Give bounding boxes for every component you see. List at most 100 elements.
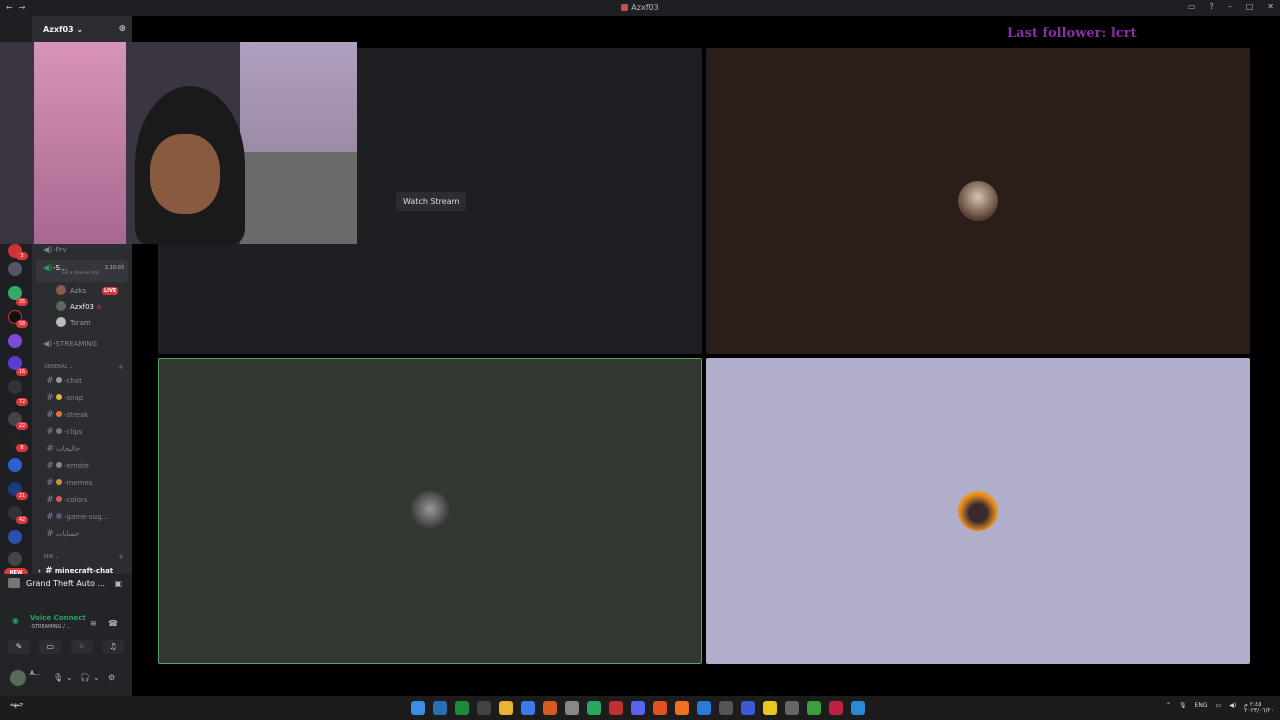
camera-icon[interactable]: ✎ [8, 640, 30, 654]
app-icon[interactable] [741, 701, 755, 715]
disconnect-icon[interactable]: ☎ [108, 619, 118, 628]
soundboard-icon[interactable]: ♫ [101, 640, 124, 654]
chevron-down-icon[interactable]: ⌄ [93, 673, 100, 682]
channel-label: حسابات [56, 530, 80, 538]
clock[interactable]: ٢:٤٥ م ٢٠٢٣/٠٦/٢٠ [1244, 702, 1274, 714]
inbox-icon[interactable]: ▭ [1188, 2, 1196, 11]
game-icon [8, 578, 20, 588]
app-icon[interactable] [719, 701, 733, 715]
notes-icon[interactable] [763, 701, 777, 715]
voice-member[interactable]: Azxf03 A [56, 300, 128, 314]
app-icon[interactable] [785, 701, 799, 715]
minimize-button[interactable]: – [1228, 2, 1232, 11]
category-general[interactable]: GENERAL ⌄ + [44, 363, 124, 371]
weather-widget[interactable]: جبهه [10, 700, 23, 708]
hash-icon: # [46, 376, 54, 386]
server-icon[interactable] [8, 380, 22, 394]
text-channel[interactable]: # حسابات [36, 527, 128, 542]
text-channel[interactable]: # -emote [36, 459, 128, 474]
user-tile[interactable] [706, 48, 1250, 354]
user-tile[interactable] [706, 358, 1250, 664]
voice-timer: 1:10:03 [104, 265, 124, 271]
start-icon[interactable] [411, 701, 425, 715]
category-min[interactable]: Min ⌄ + [44, 553, 124, 561]
text-channel[interactable]: # -snap [36, 391, 128, 406]
guild-header[interactable]: Azxf03 ⌄ ⊕ [32, 16, 132, 42]
game-activity[interactable]: Grand Theft Auto ... [8, 578, 105, 588]
server-icon[interactable] [8, 552, 22, 566]
voice-member[interactable]: Azks LIVE [56, 284, 128, 298]
taskview-icon[interactable] [433, 701, 447, 715]
chevron-down-icon[interactable]: ⌄ [66, 673, 73, 682]
network-icon[interactable]: ▭ [1216, 702, 1222, 714]
watch-stream-button[interactable]: Watch Stream [396, 192, 467, 211]
activity-icon[interactable]: ▣ [114, 579, 122, 588]
brave-icon[interactable] [653, 701, 667, 715]
user-tile-speaking[interactable] [158, 358, 702, 664]
last-follower-overlay: Last follower: lcrt [1007, 26, 1137, 41]
text-channel[interactable]: # خاليجات [36, 442, 128, 457]
xbox-icon[interactable] [455, 701, 469, 715]
webcam-overlay [0, 42, 357, 244]
voice-channel-prv[interactable]: ◀)-Prv [36, 242, 128, 258]
system-tray: ⌃ 🎙 ENG ▭ ◀) ٢:٤٥ م ٢٠٢٣/٠٦/٢٠ [1166, 702, 1274, 714]
add-user-icon[interactable]: ⊕ [118, 24, 126, 34]
text-channel[interactable]: # -game-sug... [36, 510, 128, 525]
gear-icon[interactable]: ⚙ [108, 673, 115, 682]
app-icon[interactable] [851, 701, 865, 715]
mention-badge: 35 [16, 298, 28, 306]
noise-suppression-icon[interactable]: ≋ [90, 619, 97, 628]
user-name[interactable]: A... [30, 670, 40, 677]
add-channel-icon[interactable]: + [118, 553, 124, 561]
server-icon[interactable] [8, 262, 22, 276]
channel-label: -memes [64, 479, 93, 487]
mention-badge: 8 [16, 444, 28, 452]
hash-icon: # [46, 478, 54, 488]
firefox-icon[interactable] [543, 701, 557, 715]
discord-icon[interactable] [631, 701, 645, 715]
minecraft-icon[interactable] [587, 701, 601, 715]
user-panel: A... 🎙 ⌄ 🎧 ⌄ ⚙ [0, 662, 132, 696]
app-icon[interactable] [807, 701, 821, 715]
mic-tray-icon[interactable]: 🎙 [1179, 702, 1187, 714]
server-icon[interactable] [8, 530, 22, 544]
app-icon[interactable] [565, 701, 579, 715]
server-icon[interactable] [8, 458, 22, 472]
app-icon[interactable] [829, 701, 843, 715]
maximize-button[interactable]: □ [1246, 2, 1254, 11]
voice-member[interactable]: Tsram [56, 316, 128, 330]
channel-label: -streak [64, 411, 89, 419]
voice-channel-path[interactable]: -STREAMING / ... [30, 624, 71, 630]
text-channel[interactable]: # -memes [36, 476, 128, 491]
screen-share-icon[interactable]: ▭ [39, 640, 62, 654]
folder-icon[interactable] [499, 701, 513, 715]
channel-emoji-icon [56, 411, 62, 417]
server-icon[interactable] [8, 334, 22, 348]
add-channel-icon[interactable]: + [118, 363, 124, 371]
browser-icon[interactable] [521, 701, 535, 715]
volume-icon[interactable]: ◀) [1229, 702, 1236, 714]
text-channel[interactable]: # -colors [36, 493, 128, 508]
text-channel[interactable]: # -clips [36, 425, 128, 440]
language-indicator[interactable]: ENG [1195, 702, 1208, 714]
help-icon[interactable]: ? [1209, 2, 1213, 11]
voice-channel-active[interactable]: ◀)-S... 1:10:03 Set a channel stat... [36, 260, 128, 282]
app-icon[interactable] [477, 701, 491, 715]
signal-icon[interactable]: ◉ [12, 616, 19, 625]
chevron-up-icon[interactable]: ⌃ [1166, 702, 1171, 714]
microphone-icon[interactable]: 🎙 [53, 673, 63, 682]
guild-name[interactable]: Azxf03 ⌄ [43, 25, 83, 34]
channel-emoji-icon [56, 394, 62, 400]
channel-status[interactable]: Set a channel stat... [62, 270, 102, 275]
avatar[interactable] [10, 670, 26, 686]
chrome-icon[interactable] [609, 701, 623, 715]
headphones-icon[interactable]: 🎧 [80, 673, 90, 682]
blender-icon[interactable] [675, 701, 689, 715]
voice-channel-streaming[interactable]: ◀)-STREAMING [36, 336, 128, 352]
vscode-icon[interactable] [697, 701, 711, 715]
close-button[interactable]: ✕ [1267, 2, 1274, 11]
activities-icon[interactable]: ⁘ [70, 640, 93, 654]
voice-status[interactable]: Voice Connect [30, 614, 86, 622]
text-channel[interactable]: # -streak [36, 408, 128, 423]
text-channel[interactable]: # -chat [36, 374, 128, 389]
